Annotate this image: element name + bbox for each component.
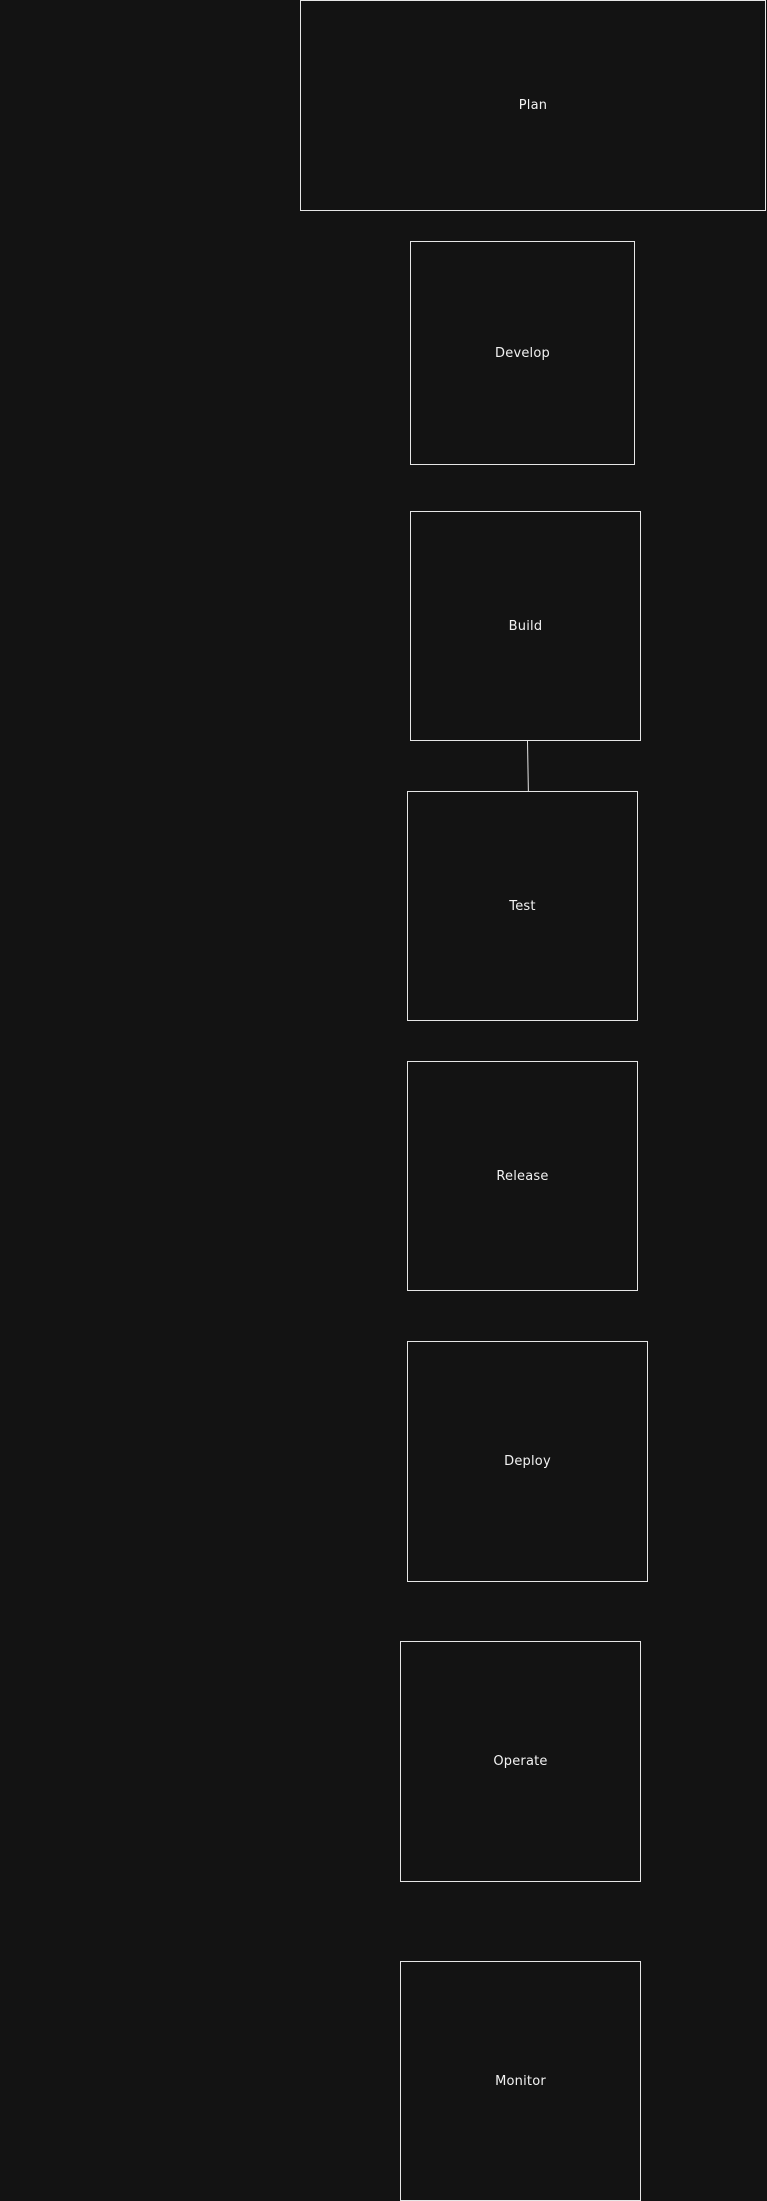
stage-label-build: Build — [508, 618, 543, 634]
stage-box-operate[interactable]: Operate — [400, 1641, 641, 1882]
stage-box-plan[interactable]: Plan — [300, 0, 766, 211]
stage-label-test: Test — [509, 898, 536, 914]
connector-build-test — [527, 740, 529, 791]
stage-box-monitor[interactable]: Monitor — [400, 1961, 641, 2201]
stage-label-release: Release — [496, 1168, 549, 1184]
stage-label-monitor: Monitor — [495, 2073, 546, 2089]
stage-box-release[interactable]: Release — [407, 1061, 638, 1291]
stage-label-deploy: Deploy — [504, 1454, 551, 1469]
stage-box-deploy[interactable]: Deploy — [407, 1341, 648, 1582]
stage-label-plan: Plan — [518, 98, 548, 113]
stage-box-test[interactable]: Test — [407, 791, 638, 1021]
stage-box-develop[interactable]: Develop — [410, 241, 635, 465]
stage-label-operate: Operate — [493, 1754, 548, 1769]
diagram-canvas: Plan Develop Build Test Release Deploy O… — [0, 0, 767, 2201]
stage-box-build[interactable]: Build — [410, 511, 641, 741]
stage-label-develop: Develop — [495, 345, 550, 361]
